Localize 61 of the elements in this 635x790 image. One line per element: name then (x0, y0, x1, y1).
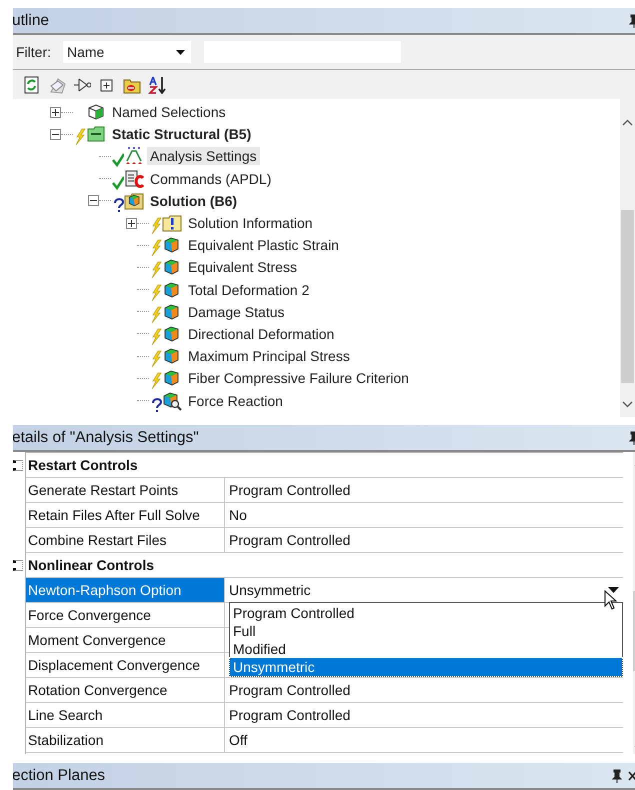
graph-icon (124, 146, 144, 166)
caret-icon (176, 50, 185, 54)
panel-title: ection Planes (13, 766, 106, 784)
scroll-down-icon (622, 401, 633, 408)
property-name[interactable]: Rotation Convergence (26, 678, 225, 702)
property-name[interactable]: Generate Restart Points (26, 478, 225, 502)
property-name[interactable]: Retain Files After Full Solve (26, 503, 225, 527)
sort-icon[interactable] (148, 76, 166, 94)
tree-item[interactable]: Analysis Settings (147, 147, 260, 166)
property-name[interactable]: Displacement Convergence (26, 653, 225, 677)
property-value: Program Controlled (229, 532, 350, 548)
tree-item[interactable]: Damage Status (185, 302, 288, 321)
tree-item[interactable]: Equivalent Plastic Strain (185, 236, 342, 254)
panel-title: utline (13, 12, 50, 30)
property-name[interactable]: Force Convergence (26, 603, 225, 627)
tree-item[interactable]: Fiber Compressive Failure Criterion (185, 369, 412, 388)
folder-icon (124, 190, 144, 211)
tree-item[interactable]: Maximum Principal Stress (185, 347, 353, 366)
document-icon (124, 168, 144, 189)
magnifier-icon (162, 390, 182, 411)
panel-title: etails of "Analysis Settings" (13, 428, 199, 446)
property-name[interactable]: Stabilization (26, 728, 225, 752)
property-value: No (229, 507, 247, 523)
group-header: Restart Controls (27, 456, 138, 475)
property-value: Off (229, 732, 248, 748)
property-name[interactable]: Moment Convergence (26, 628, 225, 652)
expand-icon[interactable] (50, 106, 61, 118)
property-name[interactable]: Newton-Raphson Option (26, 578, 225, 602)
dropdown-option[interactable]: Unsymmetric (230, 658, 622, 676)
eraser-icon[interactable] (48, 76, 66, 94)
group-header: Nonlinear Controls (27, 556, 154, 575)
tree-item[interactable]: Solution Information (185, 214, 316, 232)
tree-item[interactable]: Equivalent Stress (185, 258, 300, 276)
dropdown-option[interactable]: Program Controlled (230, 604, 622, 622)
property-name[interactable]: Line Search (26, 703, 225, 727)
folder-icon (86, 124, 106, 144)
scrollbar-thumb[interactable] (621, 210, 634, 383)
tree-item[interactable]: Named Selections (109, 103, 229, 122)
tree-item[interactable]: Force Reaction (185, 392, 286, 410)
tree-item[interactable]: Commands (APDL) (147, 170, 274, 188)
property-value: Program Controlled (229, 707, 350, 723)
tree-item[interactable]: Total Deformation 2 (185, 280, 312, 299)
refresh-icon[interactable] (23, 76, 41, 94)
tree-item[interactable]: Solution (B6) (147, 192, 240, 210)
expand-icon[interactable] (126, 218, 137, 229)
property-name[interactable]: Combine Restart Files (26, 528, 225, 552)
property-value[interactable]: Unsymmetric (229, 582, 311, 598)
scroll-up-icon (622, 119, 633, 126)
dropdown-option[interactable]: Full (230, 622, 622, 640)
dropdown-option[interactable]: Modified (230, 640, 622, 658)
caret-icon (608, 586, 619, 594)
tree-item[interactable]: Directional Deformation (185, 324, 338, 343)
tree-item[interactable]: Static Structural (B5) (109, 125, 254, 144)
close-icon[interactable] (628, 770, 635, 780)
filter-label: Filter: (16, 44, 51, 60)
property-value: Program Controlled (229, 482, 350, 498)
cube-icon (86, 102, 106, 122)
folder-icon (162, 213, 182, 234)
pin-icon[interactable] (612, 768, 622, 782)
property-value: Program Controlled (229, 682, 350, 698)
filter-dropdown[interactable]: Name (63, 41, 191, 63)
